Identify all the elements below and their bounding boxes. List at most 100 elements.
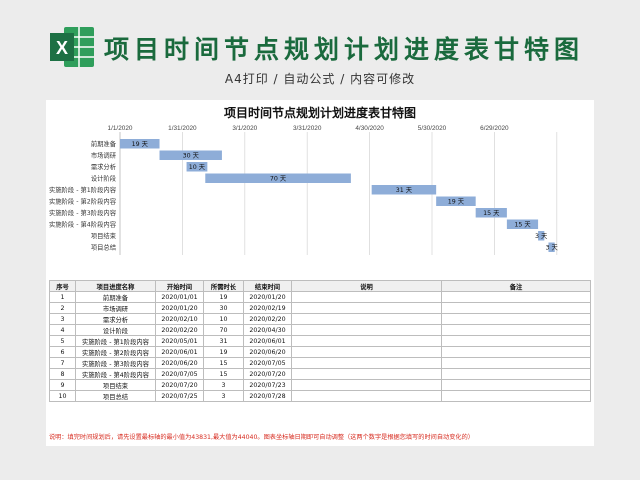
bar-data-label: 3 天 bbox=[545, 244, 558, 252]
x-tick-label: 1/1/2020 bbox=[108, 125, 133, 132]
table-cell[interactable]: 2020/02/19 bbox=[243, 302, 292, 314]
table-body: 1 前期准备 2020/01/01 19 2020/01/20 2 市场调研 2020/01/… bbox=[49, 291, 591, 402]
table-cell[interactable]: 31 bbox=[203, 335, 244, 347]
table-cell[interactable]: 2020/07/23 bbox=[243, 379, 292, 391]
table-cell[interactable] bbox=[291, 291, 442, 303]
column-header: 结束时间 bbox=[243, 280, 292, 292]
table-row: 3 需求分析 2020/02/10 10 2020/02/20 bbox=[49, 313, 591, 325]
x-tick-label: 6/29/2020 bbox=[480, 125, 509, 132]
table-cell[interactable]: 2020/06/01 bbox=[155, 346, 204, 358]
table-cell[interactable]: 2020/05/01 bbox=[155, 335, 204, 347]
y-category-label: 实施阶段 - 第2阶段内容 bbox=[49, 197, 117, 206]
table-cell[interactable] bbox=[441, 302, 591, 314]
bar-data-label: 19 天 bbox=[132, 140, 149, 148]
table-cell[interactable]: 前期准备 bbox=[75, 291, 156, 303]
y-category-label: 实施阶段 - 第3阶段内容 bbox=[49, 208, 117, 217]
table-row: 5 实施阶段 - 第1阶段内容 2020/05/01 31 2020/06/01 bbox=[49, 335, 591, 347]
table-cell[interactable] bbox=[441, 346, 591, 358]
table-cell[interactable] bbox=[441, 335, 591, 347]
page-subtitle: A4打印 / 自动公式 / 内容可修改 bbox=[224, 72, 416, 86]
table-cell[interactable]: 2 bbox=[49, 302, 76, 314]
table-cell[interactable]: 15 bbox=[203, 368, 244, 380]
table-cell[interactable] bbox=[291, 324, 442, 336]
table-cell[interactable] bbox=[441, 368, 591, 380]
table-row: 2 市场调研 2020/01/20 30 2020/02/19 bbox=[49, 302, 591, 314]
bar-data-label: 70 天 bbox=[270, 175, 287, 183]
table-cell[interactable]: 实施阶段 - 第3阶段内容 bbox=[75, 357, 156, 369]
table-cell[interactable] bbox=[441, 379, 591, 391]
table-cell[interactable] bbox=[291, 368, 442, 380]
table-cell[interactable] bbox=[291, 335, 442, 347]
table-header-row: 序号 项目进度名称 开始时间 所需时长 结束时间 说明 备注 bbox=[49, 280, 591, 292]
table-cell[interactable]: 设计阶段 bbox=[75, 324, 156, 336]
table-cell[interactable]: 3 bbox=[49, 313, 76, 325]
table-cell[interactable]: 实施阶段 - 第1阶段内容 bbox=[75, 335, 156, 347]
table-cell[interactable]: 2020/07/05 bbox=[243, 357, 292, 369]
column-header: 备注 bbox=[441, 280, 591, 292]
table-cell[interactable] bbox=[291, 357, 442, 369]
table-cell[interactable]: 1 bbox=[49, 291, 76, 303]
table-row: 4 设计阶段 2020/02/20 70 2020/04/30 bbox=[49, 324, 591, 336]
x-tick-label: 3/1/2020 bbox=[232, 125, 257, 132]
table-cell[interactable] bbox=[441, 313, 591, 325]
table-cell[interactable]: 9 bbox=[49, 379, 76, 391]
column-header: 说明 bbox=[291, 280, 442, 292]
table-cell[interactable]: 项目总结 bbox=[75, 390, 156, 402]
table-cell[interactable]: 2020/01/01 bbox=[155, 291, 204, 303]
table-cell[interactable]: 2020/06/20 bbox=[243, 346, 292, 358]
table-cell[interactable]: 2020/07/20 bbox=[155, 379, 204, 391]
table-cell[interactable]: 市场调研 bbox=[75, 302, 156, 314]
table-cell[interactable]: 实施阶段 - 第4阶段内容 bbox=[75, 368, 156, 380]
table-cell[interactable]: 7 bbox=[49, 357, 76, 369]
table-cell[interactable]: 2020/07/28 bbox=[243, 390, 292, 402]
column-header: 开始时间 bbox=[155, 280, 204, 292]
table-cell[interactable]: 2020/01/20 bbox=[243, 291, 292, 303]
table-cell[interactable]: 2020/06/20 bbox=[155, 357, 204, 369]
table-cell[interactable] bbox=[291, 302, 442, 314]
svg-text:X: X bbox=[56, 38, 68, 58]
table-cell[interactable]: 6 bbox=[49, 346, 76, 358]
table-cell[interactable] bbox=[291, 390, 442, 402]
table-cell[interactable]: 10 bbox=[203, 313, 244, 325]
table-cell[interactable]: 8 bbox=[49, 368, 76, 380]
bar-data-label: 10 天 bbox=[189, 163, 206, 171]
table-cell[interactable]: 3 bbox=[203, 379, 244, 391]
table-cell[interactable]: 2020/06/01 bbox=[243, 335, 292, 347]
table-cell[interactable] bbox=[441, 291, 591, 303]
table-cell[interactable]: 2020/07/05 bbox=[155, 368, 204, 380]
table-row: 1 前期准备 2020/01/01 19 2020/01/20 bbox=[49, 291, 591, 303]
bar-data-label: 19 天 bbox=[448, 198, 465, 206]
table-cell[interactable]: 5 bbox=[49, 335, 76, 347]
y-category-label: 市场调研 bbox=[91, 151, 117, 160]
table-cell[interactable]: 30 bbox=[203, 302, 244, 314]
table-cell[interactable]: 15 bbox=[203, 357, 244, 369]
table-cell[interactable]: 项目结束 bbox=[75, 379, 156, 391]
table-cell[interactable]: 19 bbox=[203, 346, 244, 358]
table-cell[interactable] bbox=[291, 346, 442, 358]
table-cell[interactable]: 2020/02/20 bbox=[243, 313, 292, 325]
table-cell[interactable]: 2020/07/25 bbox=[155, 390, 204, 402]
table-cell[interactable]: 70 bbox=[203, 324, 244, 336]
table-cell[interactable] bbox=[441, 390, 591, 402]
table-cell[interactable]: 3 bbox=[203, 390, 244, 402]
table-cell[interactable] bbox=[291, 379, 442, 391]
table-cell[interactable]: 实施阶段 - 第2阶段内容 bbox=[75, 346, 156, 358]
table-cell[interactable]: 2020/01/20 bbox=[155, 302, 204, 314]
table-cell[interactable]: 2020/07/20 bbox=[243, 368, 292, 380]
table-cell[interactable]: 2020/02/20 bbox=[155, 324, 204, 336]
bar-data-label: 30 天 bbox=[183, 152, 200, 160]
x-tick-label: 1/31/2020 bbox=[168, 125, 197, 132]
table-cell[interactable] bbox=[441, 324, 591, 336]
x-tick-label: 5/30/2020 bbox=[418, 125, 447, 132]
table-cell[interactable] bbox=[441, 357, 591, 369]
table-cell[interactable]: 4 bbox=[49, 324, 76, 336]
table-cell[interactable]: 10 bbox=[49, 390, 76, 402]
table-cell[interactable] bbox=[291, 313, 442, 325]
y-category-label: 需求分析 bbox=[91, 162, 117, 171]
table-cell[interactable]: 2020/02/10 bbox=[155, 313, 204, 325]
instruction-note: 说明：填完时间规划后，请先设置最标轴的最小值为43831,最大值为44040。图… bbox=[49, 434, 474, 441]
table-cell[interactable]: 需求分析 bbox=[75, 313, 156, 325]
table-row: 10 项目总结 2020/07/25 3 2020/07/28 bbox=[49, 390, 591, 402]
table-cell[interactable]: 19 bbox=[203, 291, 244, 303]
table-cell[interactable]: 2020/04/30 bbox=[243, 324, 292, 336]
